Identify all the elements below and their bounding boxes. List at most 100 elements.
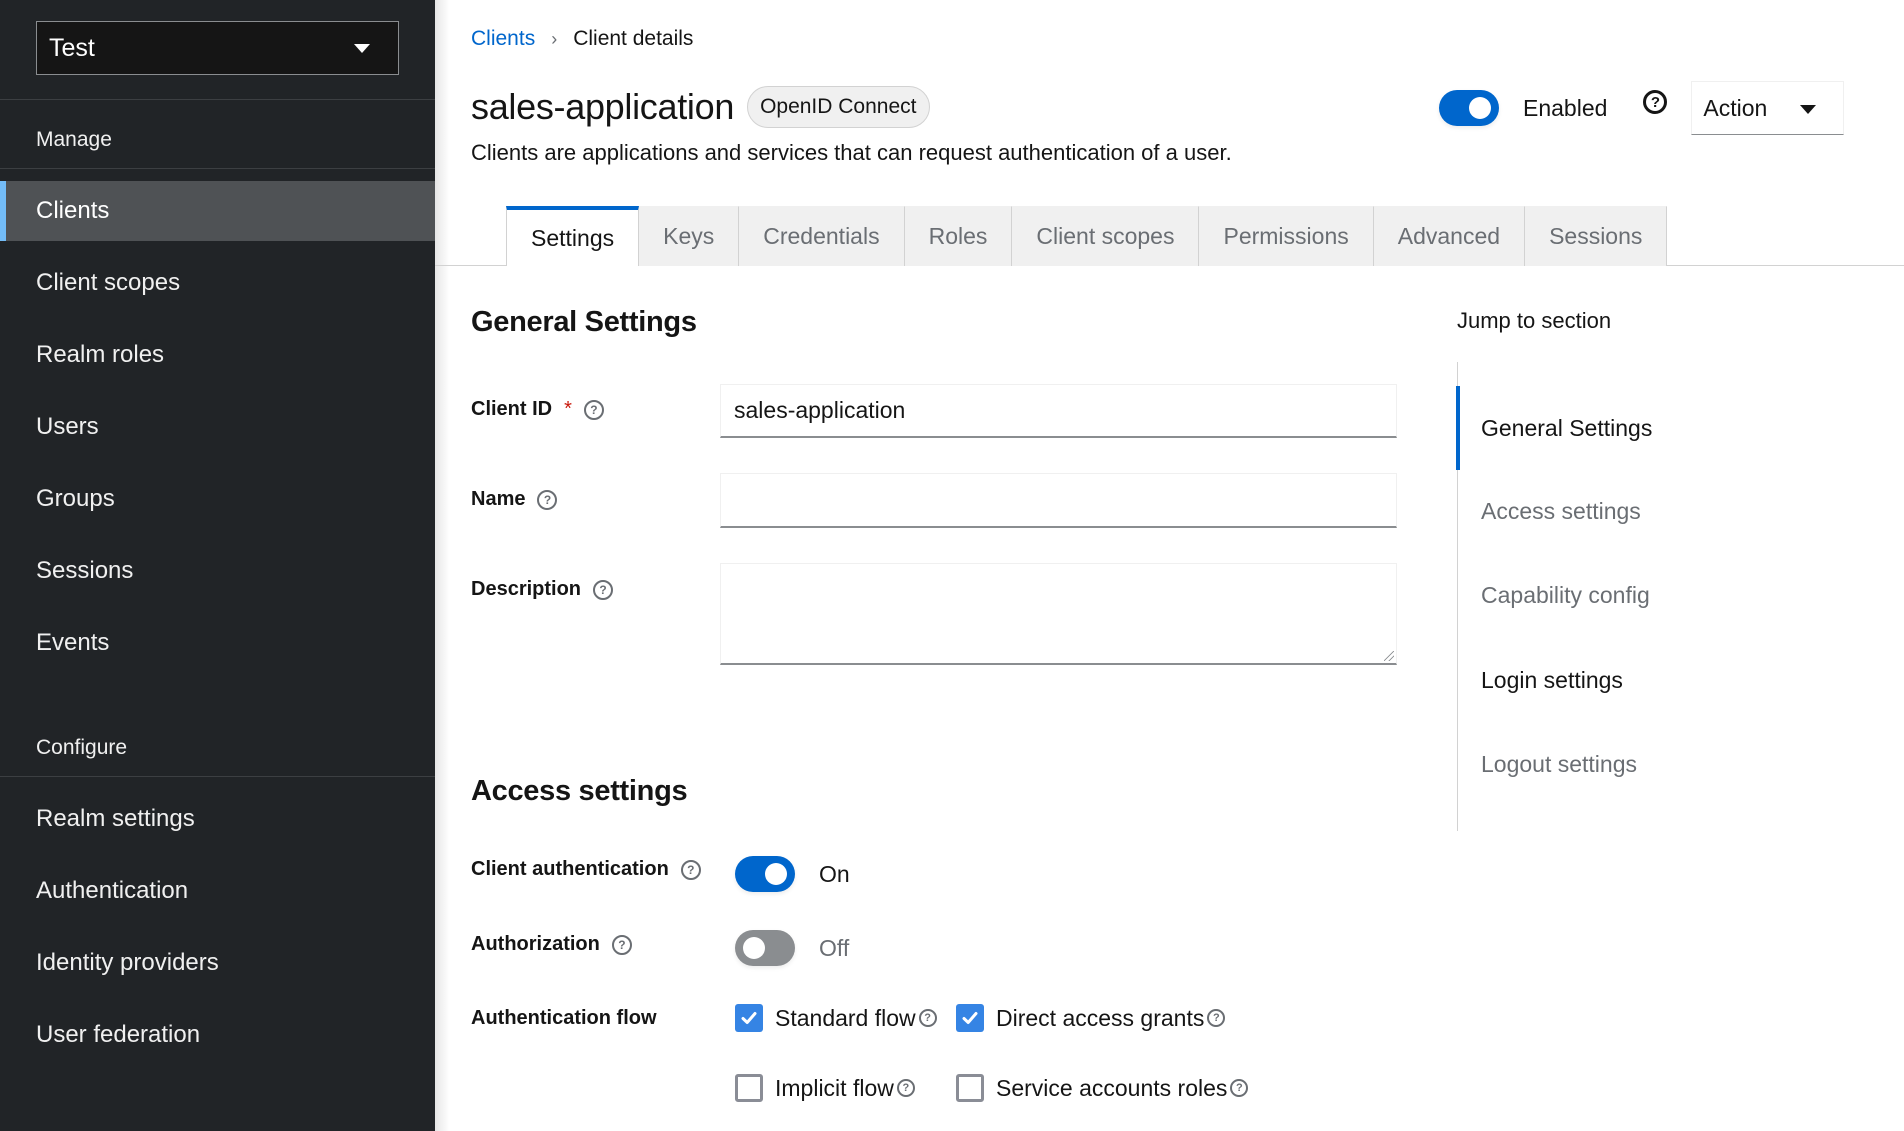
sidebar-item-identity-providers[interactable]: Identity providers xyxy=(0,933,435,993)
general-settings-title: General Settings xyxy=(471,306,697,338)
sidebar-item-client-scopes[interactable]: Client scopes xyxy=(0,253,435,313)
resize-handle-icon[interactable] xyxy=(1384,651,1394,661)
jump-link-access-settings[interactable]: Access settings xyxy=(1481,498,1641,525)
nav-section-configure: Configure xyxy=(36,736,128,759)
client-authentication-label-text: Client authentication xyxy=(471,858,669,880)
realm-selector-value: Test xyxy=(49,33,95,62)
service-accounts-roles-label: Service accounts roles xyxy=(996,1074,1228,1101)
checkbox-checked-icon[interactable] xyxy=(956,1004,984,1032)
nav-section-manage: Manage xyxy=(36,128,112,151)
sidebar-item-events[interactable]: Events xyxy=(0,613,435,673)
client-authentication-row: On xyxy=(735,856,850,892)
sidebar-item-authentication[interactable]: Authentication xyxy=(0,861,435,921)
direct-access-grants-checkbox[interactable]: Direct access grants ? xyxy=(956,1004,1226,1032)
authentication-flow-label-text: Authentication flow xyxy=(471,1007,657,1029)
enabled-label: Enabled xyxy=(1523,94,1608,121)
client-authentication-toggle[interactable] xyxy=(735,856,795,892)
tab-client-scopes[interactable]: Client scopes xyxy=(1012,206,1200,266)
sidebar-shadow xyxy=(435,0,449,1131)
authorization-toggle[interactable] xyxy=(735,930,795,966)
sidebar-item-groups[interactable]: Groups xyxy=(0,469,435,529)
authorization-label: Authorization ? xyxy=(471,933,632,956)
jump-link-login-settings[interactable]: Login settings xyxy=(1481,667,1623,694)
sidebar-item-label: User federation xyxy=(36,1021,201,1048)
client-id-input[interactable]: sales-application xyxy=(720,384,1397,438)
sidebar-divider xyxy=(0,776,435,777)
protocol-badge: OpenID Connect xyxy=(747,86,930,128)
help-icon[interactable]: ? xyxy=(593,579,614,600)
tab-keys[interactable]: Keys xyxy=(639,206,740,266)
name-input[interactable] xyxy=(720,473,1397,528)
sidebar-item-label: Users xyxy=(36,413,99,440)
enabled-toggle[interactable] xyxy=(1439,90,1499,126)
sidebar-item-label: Identity providers xyxy=(36,949,219,976)
jump-link-capability-config[interactable]: Capability config xyxy=(1481,582,1650,609)
checkbox-checked-icon[interactable] xyxy=(735,1004,763,1032)
action-dropdown-label: Action xyxy=(1703,94,1768,121)
checkbox-unchecked-icon[interactable] xyxy=(956,1074,984,1102)
standard-flow-checkbox[interactable]: Standard flow ? xyxy=(735,1004,937,1032)
action-dropdown[interactable]: Action xyxy=(1691,81,1845,135)
description-textarea[interactable] xyxy=(720,563,1397,665)
tab-settings[interactable]: Settings xyxy=(506,206,640,266)
tab-permissions[interactable]: Permissions xyxy=(1199,206,1374,266)
tab-roles[interactable]: Roles xyxy=(904,206,1013,266)
sidebar-item-clients[interactable]: Clients xyxy=(0,181,435,241)
service-accounts-roles-checkbox[interactable]: Service accounts roles ? xyxy=(956,1074,1249,1102)
sidebar-item-sessions[interactable]: Sessions xyxy=(0,541,435,601)
page-subtitle: Clients are applications and services th… xyxy=(471,140,1232,165)
toggle-knob xyxy=(743,937,765,959)
tab-credentials[interactable]: Credentials xyxy=(739,206,905,266)
checkbox-unchecked-icon[interactable] xyxy=(735,1074,763,1102)
implicit-flow-checkbox[interactable]: Implicit flow ? xyxy=(735,1074,915,1102)
help-circle-icon[interactable]: ? xyxy=(1643,90,1668,114)
help-icon[interactable]: ? xyxy=(680,859,701,880)
chevron-right-icon: › xyxy=(551,28,558,49)
help-icon[interactable]: ? xyxy=(1207,1009,1226,1027)
required-marker: * xyxy=(564,398,572,420)
description-label-text: Description xyxy=(471,578,582,600)
breadcrumb-current: Client details xyxy=(573,27,694,50)
help-icon[interactable]: ? xyxy=(896,1079,915,1097)
caret-down-icon xyxy=(1800,105,1817,114)
jump-link-logout-settings[interactable]: Logout settings xyxy=(1481,751,1637,778)
jump-link-general-settings[interactable]: General Settings xyxy=(1481,415,1652,442)
toggle-knob xyxy=(765,863,787,885)
sidebar-item-label: Client scopes xyxy=(36,269,181,296)
tabs: Settings Keys Credentials Roles Client s… xyxy=(506,206,1668,266)
direct-access-grants-label: Direct access grants xyxy=(996,1004,1205,1031)
breadcrumb-clients-link[interactable]: Clients xyxy=(471,27,535,51)
help-icon[interactable]: ? xyxy=(918,1009,937,1027)
toggle-knob xyxy=(1469,97,1491,119)
sidebar: Test Manage Clients Client scopes Realm … xyxy=(0,0,435,1131)
authentication-flow-label: Authentication flow xyxy=(471,1007,657,1030)
name-label-text: Name xyxy=(471,488,526,510)
sidebar-divider xyxy=(0,168,435,169)
authorization-row: Off xyxy=(735,930,849,966)
implicit-flow-label: Implicit flow xyxy=(775,1074,894,1101)
help-icon[interactable]: ? xyxy=(537,489,558,510)
breadcrumb: Clients › Client details xyxy=(471,27,693,51)
description-label: Description ? xyxy=(471,578,614,601)
help-icon[interactable]: ? xyxy=(583,399,604,420)
realm-selector[interactable]: Test xyxy=(36,21,399,75)
tab-advanced[interactable]: Advanced xyxy=(1373,206,1526,266)
sidebar-item-users[interactable]: Users xyxy=(0,397,435,457)
header-controls: Enabled ? Action xyxy=(1439,81,1845,135)
sidebar-item-realm-settings[interactable]: Realm settings xyxy=(0,789,435,849)
sidebar-item-realm-roles[interactable]: Realm roles xyxy=(0,325,435,385)
authorization-state: Off xyxy=(819,934,850,961)
help-icon[interactable]: ? xyxy=(1230,1079,1249,1097)
tab-sessions[interactable]: Sessions xyxy=(1525,206,1668,266)
sidebar-item-label: Sessions xyxy=(36,557,134,584)
client-id-value: sales-application xyxy=(734,397,906,423)
title-row: sales-application OpenID Connect xyxy=(471,86,930,128)
sidebar-item-label: Groups xyxy=(36,485,115,512)
sidebar-item-label: Realm roles xyxy=(36,341,165,368)
sidebar-item-label: Authentication xyxy=(36,877,189,904)
help-icon[interactable]: ? xyxy=(611,934,632,955)
sidebar-item-label: Realm settings xyxy=(36,805,195,832)
sidebar-divider xyxy=(0,99,435,100)
sidebar-item-user-federation[interactable]: User federation xyxy=(0,1005,435,1065)
caret-down-icon xyxy=(354,44,370,53)
